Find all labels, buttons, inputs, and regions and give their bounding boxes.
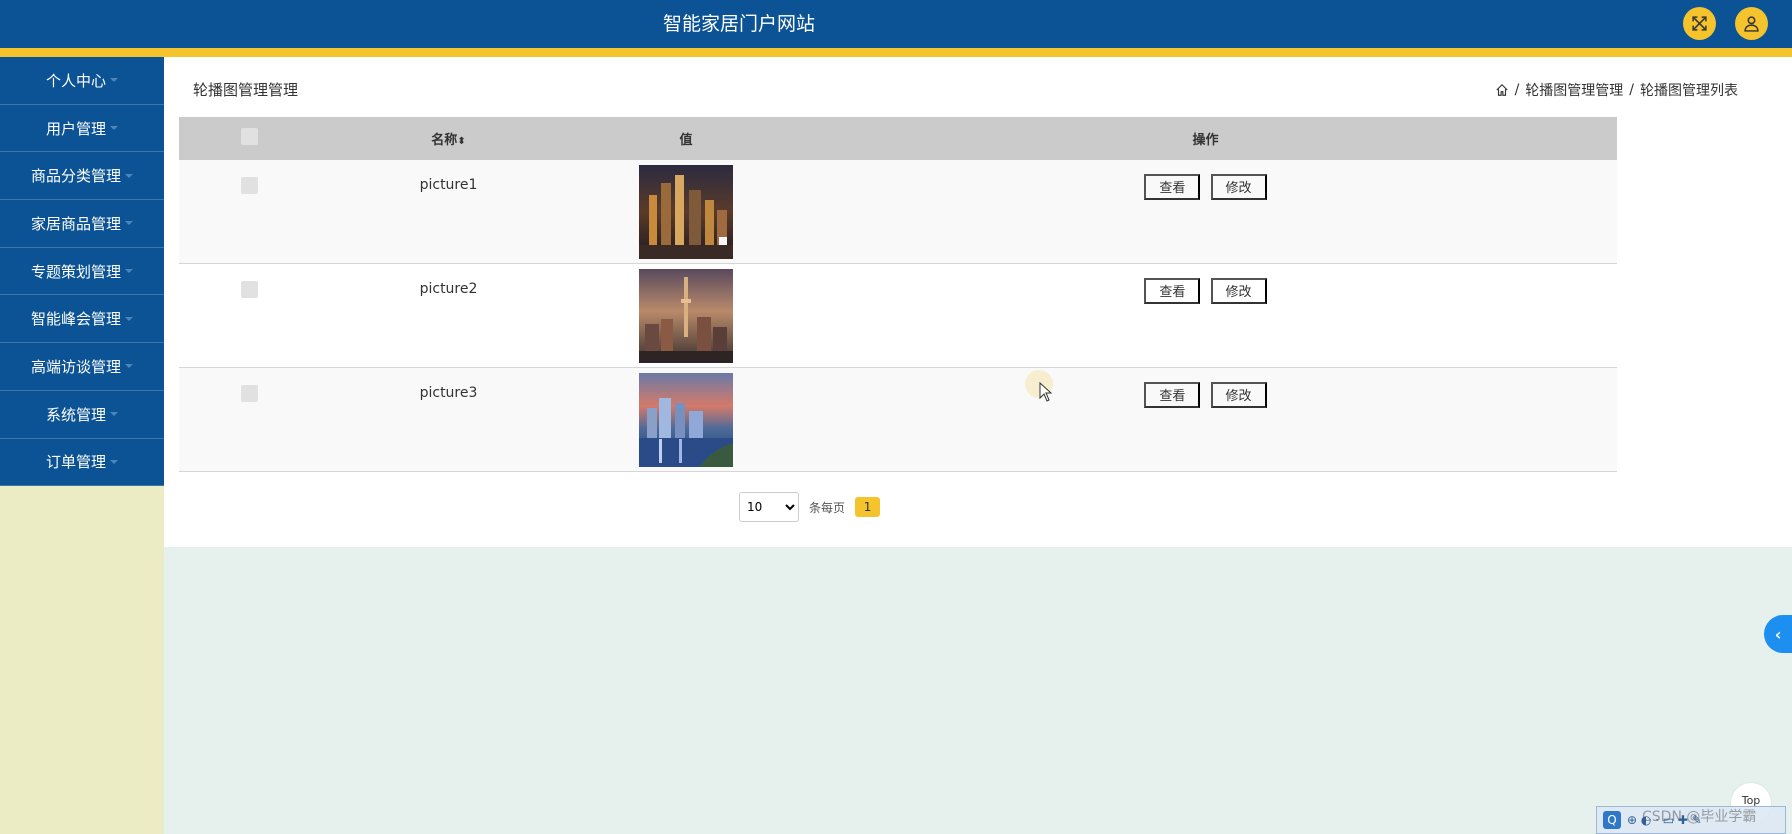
sidebar-item-summit[interactable]: 智能峰会管理 (0, 295, 164, 344)
caret-down-icon (125, 316, 133, 321)
watermark-text: CSDN @毕业学霸 (1642, 809, 1757, 825)
caret-down-icon (125, 364, 133, 369)
page-number-button[interactable]: 1 (855, 497, 881, 517)
row-name: picture2 (319, 263, 578, 368)
edit-button[interactable]: 修改 (1210, 174, 1267, 200)
header-actions: 操作 (794, 117, 1617, 160)
user-button[interactable] (1735, 7, 1768, 40)
page-title: 轮播图管理管理 (193, 81, 299, 99)
view-button[interactable]: 查看 (1144, 174, 1201, 200)
sort-icon[interactable]: ⬍ (457, 136, 465, 147)
table-row: picture3 查看 修改 (179, 367, 1617, 472)
edit-button[interactable]: 修改 (1210, 382, 1267, 408)
site-title: 智能家居门户网站 (662, 13, 815, 35)
caret-down-icon (110, 126, 118, 131)
sidebar-item-home-products[interactable]: 家居商品管理 (0, 200, 164, 248)
sidebar-item-interviews[interactable]: 高端访谈管理 (0, 343, 164, 391)
header-name[interactable]: 名称⬍ (319, 117, 578, 160)
sidebar-item-label: 订单管理 (45, 453, 106, 472)
sidebar-item-label: 家居商品管理 (30, 214, 121, 233)
view-button[interactable]: 查看 (1144, 382, 1201, 408)
table-row: picture1 查看 修改 (179, 160, 1617, 264)
user-icon (1744, 16, 1759, 32)
sidebar-item-label: 系统管理 (45, 405, 106, 424)
caret-down-icon (110, 78, 118, 83)
cursor-arrow-icon (1039, 382, 1053, 402)
sidebar-menu: 个人中心 用户管理 商品分类管理 家居商品管理 专题策划管理 智能峰会管理 高端… (0, 57, 164, 487)
pagination: 10 条每页 1 (739, 492, 881, 522)
header-accent-bar (0, 48, 1792, 57)
select-all-checkbox[interactable] (240, 128, 258, 145)
per-page-label: 条每页 (809, 500, 846, 515)
row-checkbox[interactable] (240, 385, 258, 402)
fullscreen-icon (1692, 16, 1707, 31)
breadcrumb-level2: 轮播图管理列表 (1640, 83, 1738, 99)
sidebar-item-label: 用户管理 (45, 119, 106, 138)
sidebar-item-users[interactable]: 用户管理 (0, 104, 164, 153)
home-icon[interactable] (1495, 83, 1509, 97)
sidebar-item-label: 专题策划管理 (30, 262, 121, 281)
header-select-all[interactable] (179, 117, 319, 160)
caret-down-icon (125, 221, 133, 226)
caret-down-icon (110, 412, 118, 417)
mouse-cursor (1025, 370, 1053, 402)
view-button[interactable]: 查看 (1144, 278, 1201, 304)
fullscreen-button[interactable] (1683, 7, 1716, 40)
row-name: picture1 (319, 160, 578, 264)
page-size-select[interactable]: 10 (739, 492, 799, 522)
table-row: picture2 查看 修改 (179, 263, 1617, 368)
caret-down-icon (125, 269, 133, 274)
carousel-image-thumbnail[interactable] (639, 373, 733, 467)
sidebar-item-orders[interactable]: 订单管理 (0, 438, 164, 487)
ime-logo-icon[interactable]: Q (1603, 811, 1621, 829)
header-value: 值 (578, 117, 794, 160)
row-name: picture3 (319, 367, 578, 472)
caret-down-icon (125, 173, 133, 178)
carousel-image-thumbnail[interactable] (639, 269, 733, 363)
breadcrumb-level1[interactable]: 轮播图管理管理 (1525, 80, 1623, 100)
breadcrumb-separator: / (1629, 82, 1634, 98)
carousel-image-thumbnail[interactable] (639, 165, 733, 259)
sidebar-item-label: 商品分类管理 (30, 167, 121, 186)
top-header: 智能家居门户网站 (0, 0, 1792, 48)
sidebar-item-system[interactable]: 系统管理 (0, 390, 164, 439)
header-name-label: 名称 (431, 133, 458, 148)
row-checkbox[interactable] (240, 281, 258, 298)
sidebar-item-topics[interactable]: 专题策划管理 (0, 247, 164, 296)
breadcrumb-separator: / (1514, 82, 1520, 98)
carousel-table: 名称⬍ 值 操作 picture1 查看 修改 picture2 查看 修改 p… (179, 117, 1617, 472)
collapse-panel-button[interactable]: ‹ (1764, 615, 1792, 653)
main-panel: 轮播图管理管理 / 轮播图管理管理 / 轮播图管理列表 名称⬍ 值 操作 pic… (164, 57, 1792, 547)
sidebar: 个人中心 用户管理 商品分类管理 家居商品管理 专题策划管理 智能峰会管理 高端… (0, 57, 164, 834)
sidebar-item-label: 高端访谈管理 (30, 357, 121, 376)
sidebar-item-personal-center[interactable]: 个人中心 (0, 57, 164, 105)
sidebar-item-product-category[interactable]: 商品分类管理 (0, 152, 164, 201)
table-header-row: 名称⬍ 值 操作 (179, 117, 1617, 160)
sidebar-item-label: 智能峰会管理 (30, 310, 121, 329)
row-checkbox[interactable] (240, 177, 258, 194)
caret-down-icon (110, 459, 118, 464)
breadcrumb: / 轮播图管理管理 / 轮播图管理列表 (1495, 80, 1738, 100)
sidebar-item-label: 个人中心 (45, 71, 106, 90)
edit-button[interactable]: 修改 (1210, 278, 1267, 304)
